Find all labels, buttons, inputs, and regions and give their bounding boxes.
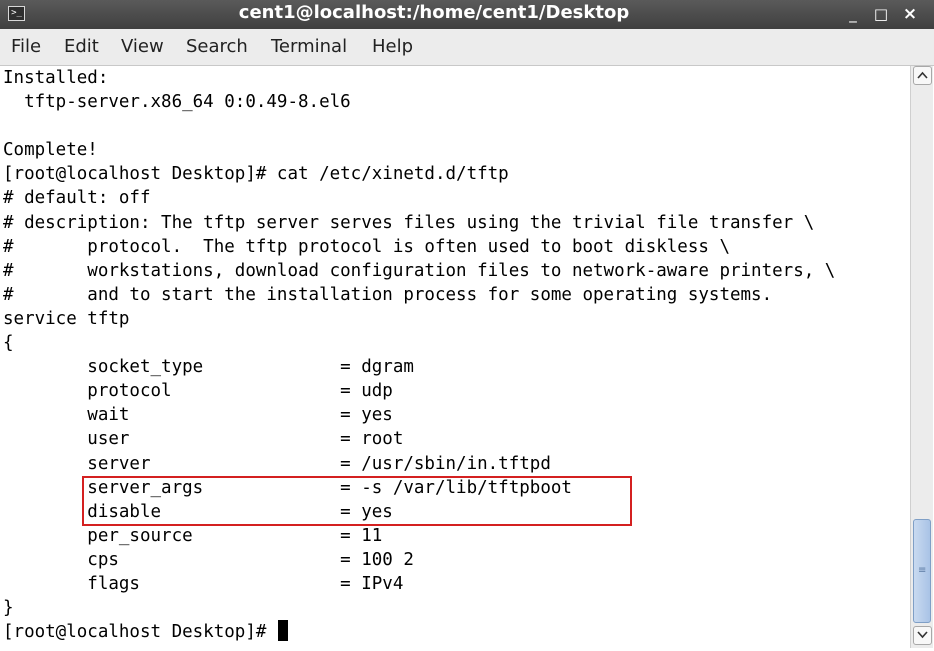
terminal-line: # and to start the installation process … [3, 284, 773, 305]
terminal-line: # workstations, download configuration f… [3, 260, 836, 281]
terminal-line: [root@localhost Desktop]# cat /etc/xinet… [3, 164, 509, 185]
terminal-line: } [3, 598, 14, 619]
terminal-line: # default: off [3, 188, 151, 209]
text-cursor [277, 620, 288, 642]
maximize-button[interactable]: □ [870, 2, 892, 26]
menu-terminal[interactable]: Terminal [271, 29, 347, 65]
menu-bar: File Edit View Search Terminal Help [0, 29, 934, 66]
terminal-line: { [3, 333, 14, 354]
terminal-line: socket_type = dgram [3, 357, 414, 378]
title-bar: >_ cent1@localhost:/home/cent1/Desktop _… [0, 0, 934, 29]
terminal-line: flags = IPv4 [3, 573, 404, 594]
minimize-button[interactable]: _ [842, 2, 864, 26]
terminal-line: # protocol. The tftp protocol is often u… [3, 236, 730, 257]
scroll-thumb[interactable]: ≡ [913, 519, 931, 623]
close-button[interactable]: × [899, 2, 921, 26]
menu-help[interactable]: Help [372, 29, 413, 65]
scroll-up-button[interactable] [913, 66, 932, 85]
vertical-scrollbar[interactable]: ≡ [910, 66, 933, 648]
terminal-line: wait = yes [3, 405, 393, 426]
terminal-line: protocol = udp [3, 381, 393, 402]
prompt-text: [root@localhost Desktop]# [3, 622, 277, 643]
chevron-up-icon [917, 71, 928, 79]
scroll-down-button[interactable] [913, 626, 932, 645]
menu-file[interactable]: File [11, 29, 41, 65]
menu-search[interactable]: Search [186, 29, 248, 65]
grip-icon: ≡ [918, 565, 927, 576]
window-title: cent1@localhost:/home/cent1/Desktop [238, 2, 630, 23]
highlight-box [82, 476, 632, 526]
prompt-line: [root@localhost Desktop]# [3, 620, 835, 644]
terminal-line: Complete! [3, 140, 98, 161]
terminal-output[interactable]: Installed: tftp-server.x86_64 0:0.49-8.e… [0, 66, 908, 651]
menu-edit[interactable]: Edit [64, 29, 99, 65]
terminal-line: server = /usr/sbin/in.tftpd [3, 453, 551, 474]
chevron-down-icon [917, 631, 928, 639]
terminal-text: Installed: tftp-server.x86_64 0:0.49-8.e… [3, 66, 835, 644]
terminal-line: tftp-server.x86_64 0:0.49-8.el6 [3, 92, 351, 113]
terminal-line: per_source = 11 [3, 525, 383, 546]
terminal-line: cps = 100 2 [3, 549, 414, 570]
terminal-line: user = root [3, 429, 404, 450]
menu-view[interactable]: View [121, 29, 164, 65]
terminal-line: service tftp [3, 308, 130, 329]
terminal-line: Installed: [3, 68, 109, 88]
terminal-line: # description: The tftp server serves fi… [3, 212, 815, 233]
